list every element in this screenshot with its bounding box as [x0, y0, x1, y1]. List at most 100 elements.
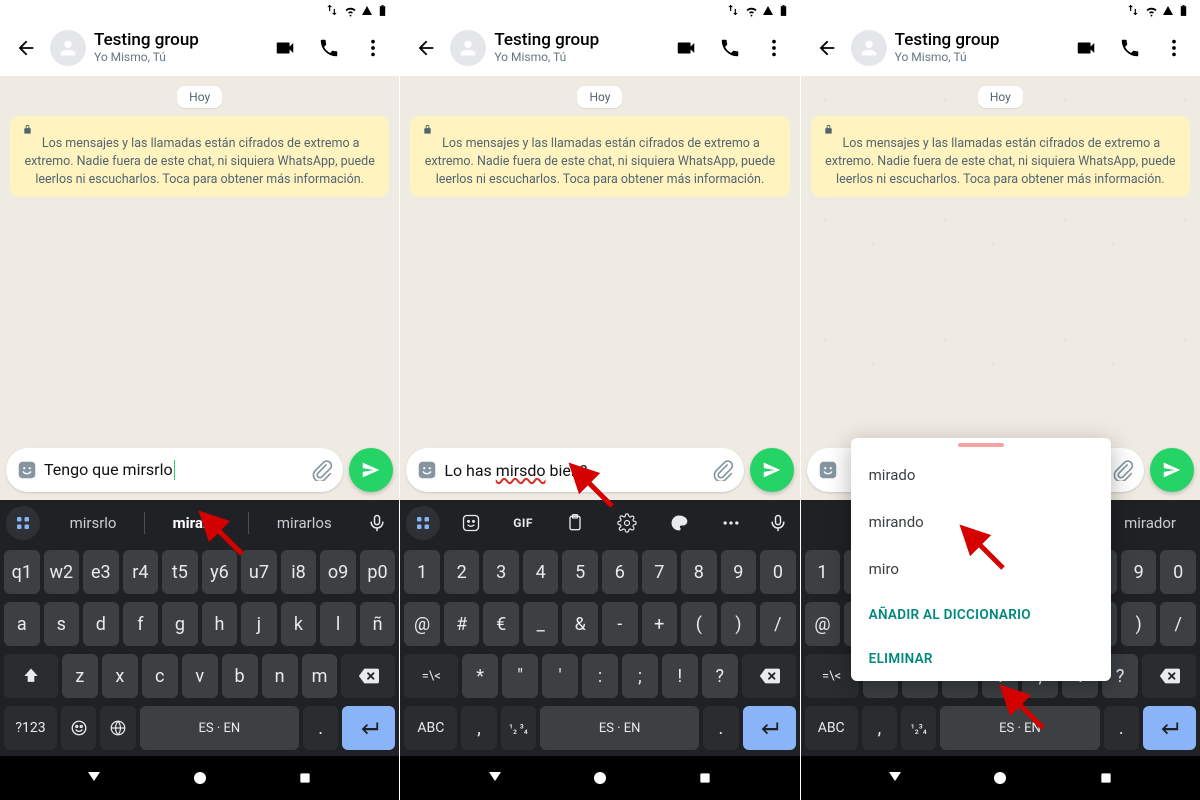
key-n[interactable]: n [262, 654, 298, 698]
key-[interactable]: " [502, 654, 538, 698]
key-q[interactable]: q1 [4, 550, 40, 594]
key-g[interactable]: g [162, 602, 198, 646]
popup-suggestion-0[interactable]: mirado [851, 452, 1111, 499]
nav-home[interactable] [589, 767, 611, 789]
key-:[interactable]: : [582, 654, 618, 698]
message-input[interactable]: Tengo que mirsrlo [6, 448, 343, 492]
key-@[interactable]: @ [805, 602, 841, 646]
message-text[interactable]: Lo has mirsdo bien? [444, 461, 711, 480]
comma-key[interactable]: , [862, 706, 897, 750]
chat-area[interactable]: Hoy Los mensajes y las llamadas están ci… [0, 76, 399, 500]
clipboard-icon[interactable] [558, 506, 592, 540]
key-)[interactable]: ) [721, 602, 757, 646]
key-5[interactable]: 5 [562, 550, 598, 594]
key-p[interactable]: p0 [360, 550, 396, 594]
key-e[interactable]: e3 [83, 550, 119, 594]
key-3[interactable]: 3 [483, 550, 519, 594]
key-d[interactable]: d [83, 602, 119, 646]
chat-area[interactable]: Hoy Los mensajes y las llamadas están ci… [801, 76, 1200, 500]
key-t[interactable]: t5 [162, 550, 198, 594]
nav-back[interactable] [884, 767, 906, 789]
key-_[interactable]: _ [523, 602, 559, 646]
encryption-notice[interactable]: Los mensajes y las llamadas están cifrad… [10, 116, 389, 197]
chat-area[interactable]: Hoy Los mensajes y las llamadas están ci… [400, 76, 799, 500]
key-0[interactable]: 0 [760, 550, 796, 594]
language-key[interactable] [100, 706, 135, 750]
key-r[interactable]: r4 [123, 550, 159, 594]
key-b[interactable]: b [222, 654, 258, 698]
nav-back[interactable] [484, 767, 506, 789]
letters-toggle[interactable]: ABC [404, 706, 457, 750]
comma-key[interactable]: , [461, 706, 496, 750]
popup-suggestion-2[interactable]: miro [851, 546, 1111, 593]
mic-icon[interactable] [361, 513, 393, 533]
symbols-toggle[interactable]: ?123 [4, 706, 57, 750]
more-symbols-key[interactable]: =\< [404, 654, 458, 698]
send-button[interactable] [1150, 448, 1194, 492]
key-w[interactable]: w2 [44, 550, 80, 594]
attach-button[interactable] [1112, 459, 1134, 481]
key-y[interactable]: y6 [202, 550, 238, 594]
theme-icon[interactable] [662, 506, 696, 540]
sticker-button[interactable] [16, 459, 38, 481]
suggestion-1[interactable]: mirarlo [173, 514, 221, 532]
numeric-key[interactable]: ¹₂ ³₄ [501, 706, 536, 750]
video-call-button[interactable] [265, 28, 305, 68]
voice-call-button[interactable] [309, 28, 349, 68]
chat-title-area[interactable]: Testing group Yo Mismo, Tú [490, 31, 661, 64]
sticker-button[interactable] [416, 459, 438, 481]
video-call-button[interactable] [666, 28, 706, 68]
key-0[interactable]: 0 [1160, 550, 1196, 594]
key-![interactable]: ! [662, 654, 698, 698]
numeric-key[interactable]: ¹₂³₄ [901, 706, 936, 750]
nav-back[interactable] [83, 767, 105, 789]
key-?[interactable]: ? [702, 654, 738, 698]
key-u[interactable]: u7 [241, 550, 277, 594]
suggestion-2[interactable]: mirarlos [277, 514, 332, 532]
key-&[interactable]: & [562, 602, 598, 646]
nav-home[interactable] [989, 767, 1011, 789]
more-icon[interactable] [714, 506, 748, 540]
backspace-key[interactable] [742, 654, 796, 698]
key-+[interactable]: + [642, 602, 678, 646]
video-call-button[interactable] [1066, 28, 1106, 68]
nav-recent[interactable] [694, 767, 716, 789]
key-/[interactable]: / [1160, 602, 1196, 646]
send-button[interactable] [750, 448, 794, 492]
suggestion-0[interactable]: mirsrlo [70, 514, 117, 532]
menu-button[interactable] [1154, 28, 1194, 68]
key-s[interactable]: s [44, 602, 80, 646]
key-c[interactable]: c [142, 654, 178, 698]
key-1[interactable]: 1 [805, 550, 841, 594]
key-/[interactable]: / [760, 602, 796, 646]
key-'[interactable]: ' [542, 654, 578, 698]
apps-icon[interactable] [406, 506, 440, 540]
sticker-button[interactable] [817, 459, 839, 481]
key-([interactable]: ( [681, 602, 717, 646]
key-z[interactable]: z [62, 654, 98, 698]
emoji-key[interactable] [61, 706, 96, 750]
key-x[interactable]: x [102, 654, 138, 698]
avatar[interactable] [851, 30, 887, 66]
backspace-key[interactable] [1142, 654, 1196, 698]
key-8[interactable]: 8 [681, 550, 717, 594]
back-button[interactable] [6, 28, 46, 68]
key-f[interactable]: f [123, 602, 159, 646]
keyboard[interactable]: GIF 1234567890@#€_&-+()/ =\< *"':;!? ABC… [400, 500, 799, 756]
key-@[interactable]: @ [404, 602, 440, 646]
key-)[interactable]: ) [1121, 602, 1157, 646]
space-key[interactable]: ES · EN [940, 706, 1099, 750]
key-k[interactable]: k [281, 602, 317, 646]
nav-recent[interactable] [294, 767, 316, 789]
key-*[interactable]: * [462, 654, 498, 698]
key-l[interactable]: l [320, 602, 356, 646]
keyboard[interactable]: mirsrlomirarlomirarlos q1w2e3r4t5y6u7i8o… [0, 500, 399, 756]
key-ñ[interactable]: ñ [360, 602, 396, 646]
backspace-key[interactable] [341, 654, 395, 698]
attach-button[interactable] [712, 459, 734, 481]
voice-call-button[interactable] [710, 28, 750, 68]
enter-key[interactable] [1143, 706, 1196, 750]
popup-add-dictionary[interactable]: AÑADIR AL DICCIONARIO [851, 593, 1111, 637]
key--[interactable]: - [602, 602, 638, 646]
period-key[interactable]: . [703, 706, 738, 750]
